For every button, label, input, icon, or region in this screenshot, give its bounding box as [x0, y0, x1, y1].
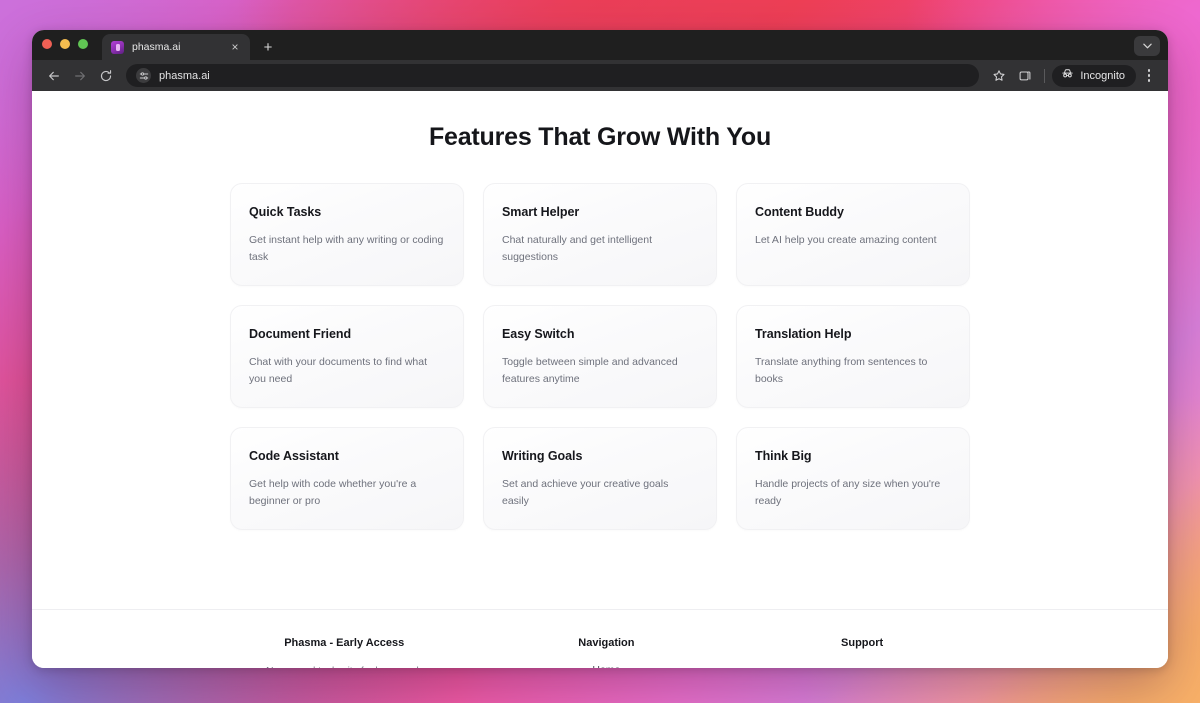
feature-card-translation-help[interactable]: Translation Help Translate anything from… — [736, 305, 970, 409]
feature-card-description: Chat with your documents to find what yo… — [249, 356, 428, 385]
features-grid: Quick Tasks Get instant help with any wr… — [230, 183, 970, 531]
page-content: Features That Grow With You Quick Tasks … — [32, 91, 1168, 668]
feature-card-title: Content Buddy — [755, 205, 844, 219]
feature-card-title: Translation Help — [755, 327, 852, 342]
back-button[interactable] — [42, 64, 66, 88]
feature-card-title: Smart Helper — [502, 205, 580, 219]
feature-card-easy-switch[interactable]: Easy Switch Toggle between simple and ad… — [483, 305, 717, 409]
feature-card-title: Document Friend — [249, 327, 352, 342]
phasma-favicon-icon — [111, 40, 124, 54]
feature-card-writing-goals[interactable]: Writing Goals Set and achieve your creat… — [483, 427, 717, 531]
feature-card-title: Think Big — [755, 449, 812, 464]
window-traffic-lights — [42, 30, 88, 60]
page-title: Features That Grow With You — [428, 123, 772, 151]
close-window-button[interactable] — [42, 39, 52, 49]
footer-brand-description: AI-powered tool suite for large-scale co… — [257, 664, 432, 668]
feature-card-description: Let AI help you create amazing content — [755, 234, 937, 246]
footer-brand-column: Phasma - Early Access AI-powered tool su… — [210, 637, 479, 668]
tune-icon[interactable] — [136, 68, 151, 83]
forward-button[interactable] — [68, 64, 92, 88]
footer-navigation-heading: Navigation — [578, 637, 635, 649]
page-footer: Phasma - Early Access AI-powered tool su… — [32, 609, 1168, 668]
feature-card-smart-helper[interactable]: Smart Helper Chat naturally and get inte… — [483, 183, 717, 287]
incognito-label: Incognito — [1080, 69, 1125, 82]
feature-card-description: Set and achieve your creative goals easi… — [502, 478, 669, 507]
bookmark-star-icon[interactable] — [987, 64, 1011, 88]
feature-card-description: Toggle between simple and advanced featu… — [502, 356, 678, 385]
address-bar-url: phasma.ai — [159, 69, 210, 82]
feature-card-title: Writing Goals — [502, 449, 583, 464]
feature-card-description: Handle projects of any size when you're … — [755, 478, 941, 507]
close-tab-icon[interactable]: × — [228, 40, 242, 54]
feature-card-description: Get help with code whether you're a begi… — [249, 478, 417, 507]
incognito-indicator[interactable]: Incognito — [1052, 64, 1136, 87]
feature-card-title: Code Assistant — [249, 449, 339, 464]
browser-tab[interactable]: phasma.ai × — [102, 34, 250, 60]
tab-search-chevron-down-icon[interactable] — [1134, 36, 1160, 56]
incognito-hat-icon — [1061, 67, 1074, 85]
split-screen-icon[interactable] — [1013, 64, 1037, 88]
feature-card-description: Get instant help with any writing or cod… — [249, 234, 444, 263]
footer-support-heading: Support — [841, 637, 884, 649]
feature-card-description: Chat naturally and get intelligent sugge… — [502, 234, 653, 263]
browser-tab-title: phasma.ai — [132, 41, 181, 53]
browser-toolbar: phasma.ai Incognito — [32, 60, 1168, 91]
browser-tab-strip: phasma.ai × + — [32, 30, 1168, 60]
feature-card-description: Translate anything from sentences to boo… — [755, 356, 928, 385]
footer-support-column: Support support@phasma.ai — [734, 637, 990, 668]
footer-link-home[interactable]: Home — [487, 664, 727, 668]
minimize-window-button[interactable] — [60, 39, 70, 49]
feature-card-content-buddy[interactable]: Content Buddy Let AI help you create ama… — [736, 183, 970, 287]
toolbar-divider — [1044, 68, 1046, 83]
feature-card-title: Quick Tasks — [249, 205, 322, 219]
maximize-window-button[interactable] — [78, 39, 88, 49]
new-tab-button[interactable]: + — [256, 34, 280, 60]
feature-card-think-big[interactable]: Think Big Handle projects of any size wh… — [736, 427, 970, 531]
feature-card-quick-tasks[interactable]: Quick Tasks Get instant help with any wr… — [230, 183, 464, 287]
feature-card-code-assistant[interactable]: Code Assistant Get help with code whethe… — [230, 427, 464, 531]
reload-button[interactable] — [94, 64, 118, 88]
footer-navigation-column: Navigation Home Pricing Dashboard — [479, 637, 735, 668]
address-bar[interactable]: phasma.ai — [126, 64, 980, 87]
feature-card-document-friend[interactable]: Document Friend Chat with your documents… — [230, 305, 464, 409]
feature-card-title: Easy Switch — [502, 327, 575, 342]
browser-window: phasma.ai × + phasma.ai Incognito Featur… — [32, 30, 1168, 668]
footer-brand-heading: Phasma - Early Access — [284, 637, 405, 649]
browser-menu-kebab-icon[interactable] — [1138, 64, 1160, 88]
